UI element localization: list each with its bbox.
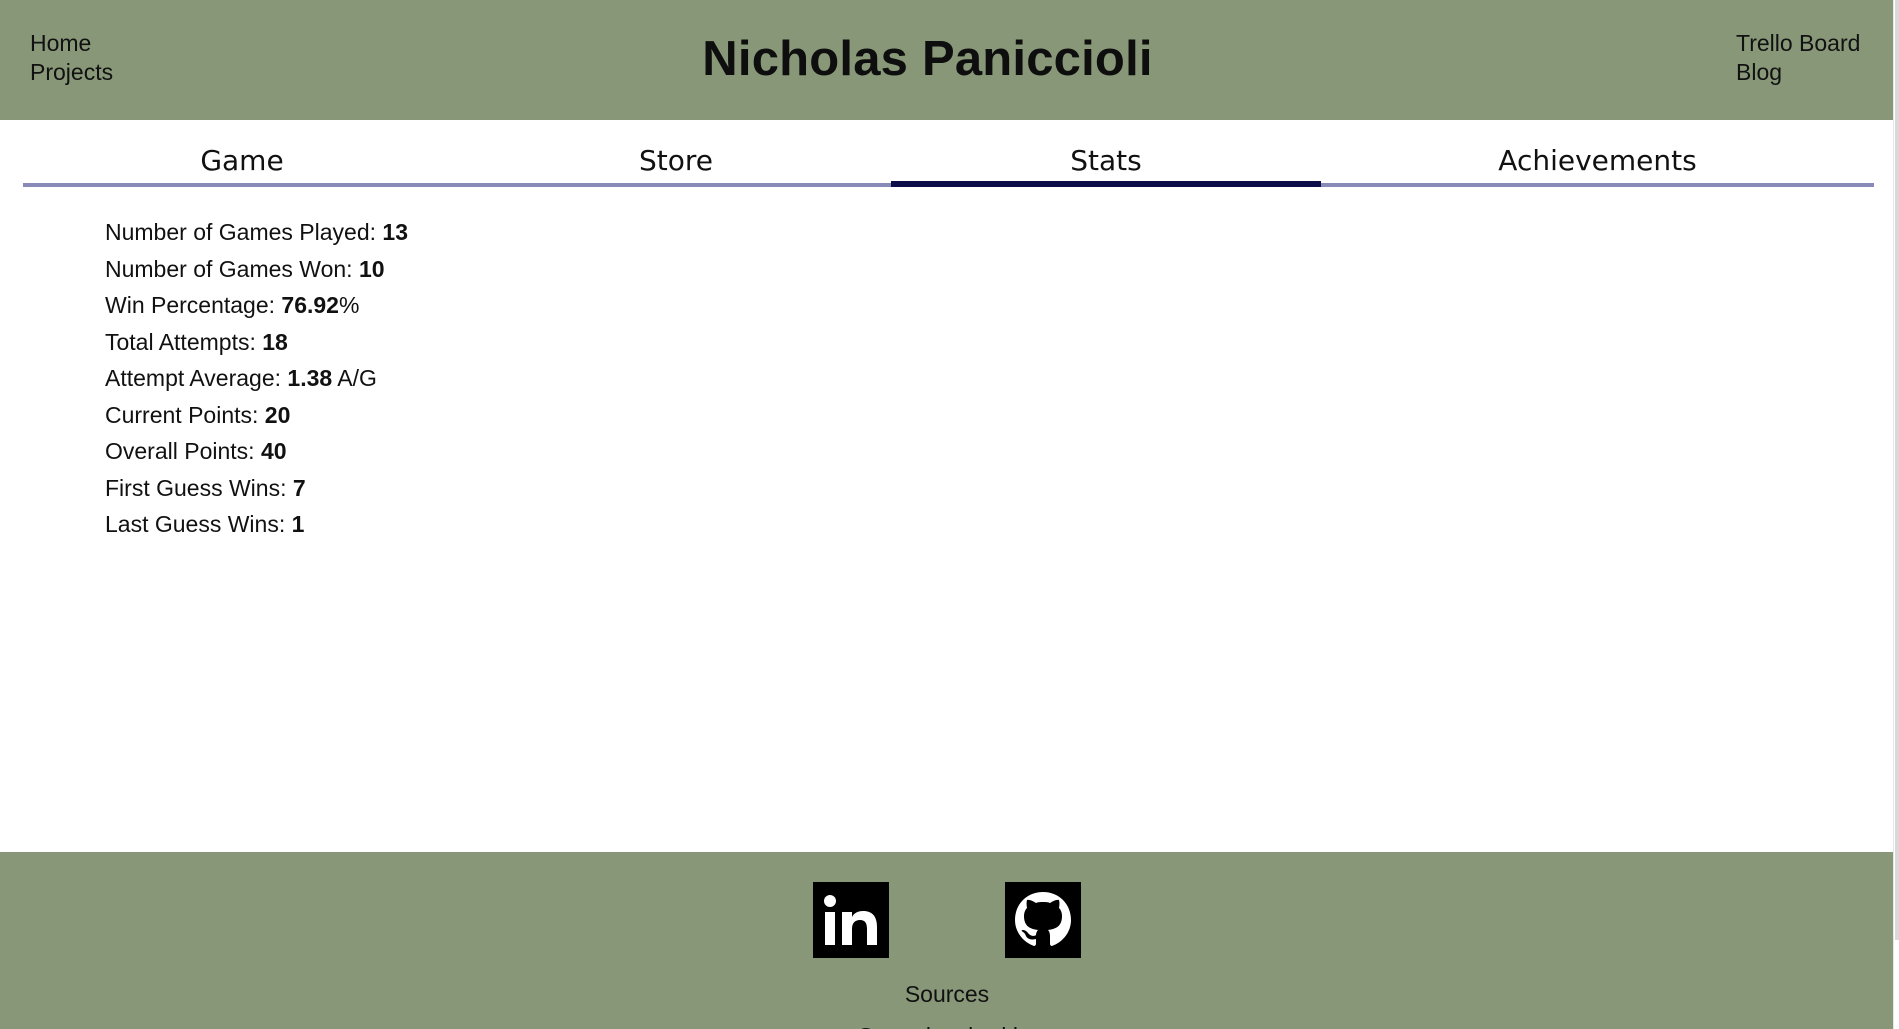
- stat-label: Attempt Average:: [105, 365, 288, 391]
- stat-value: 13: [382, 219, 408, 245]
- stat-label: Number of Games Won:: [105, 255, 359, 282]
- tab-stats[interactable]: Stats: [891, 140, 1321, 187]
- tab-store[interactable]: Store: [461, 140, 891, 187]
- stat-current-points: Current Points: 20: [105, 397, 408, 434]
- stat-unit: A/G: [332, 365, 377, 391]
- stat-games-won: Number of Games Won: 10: [105, 251, 408, 288]
- scrollbar-thumb[interactable]: [1895, 0, 1899, 940]
- nav-right: Trello Board Blog: [1736, 30, 1860, 86]
- stat-attempt-average: Attempt Average: 1.38 A/G: [105, 360, 408, 397]
- stat-unit: %: [338, 292, 360, 318]
- stat-first-guess-wins: First Guess Wins: 7: [105, 470, 408, 507]
- stat-last-guess-wins: Last Guess Wins: 1: [105, 506, 408, 543]
- stats-list: Number of Games Played: 13 Number of Gam…: [105, 214, 408, 543]
- stat-games-played: Number of Games Played: 13: [105, 214, 408, 251]
- stat-label: Overall Points:: [105, 438, 261, 464]
- stat-value: 40: [260, 438, 287, 464]
- sources-link[interactable]: Sources: [0, 980, 1894, 1008]
- site-header: Home Projects Nicholas Paniccioli Trello…: [0, 0, 1894, 120]
- tab-achievements[interactable]: Achievements: [1321, 140, 1874, 187]
- stat-win-percentage: Win Percentage: 76.92%: [105, 287, 408, 324]
- stat-label: Win Percentage:: [105, 292, 282, 318]
- footer-credit-text: Game inspired by: [0, 1022, 1894, 1029]
- stat-value: 18: [262, 328, 288, 355]
- site-title: Nicholas Paniccioli: [702, 32, 1153, 86]
- stat-label: Last Guess Wins:: [105, 511, 292, 537]
- stat-value: 76.92: [281, 292, 339, 318]
- stat-value: 20: [264, 401, 291, 428]
- stat-value: 1: [291, 511, 305, 537]
- linkedin-link[interactable]: [813, 882, 889, 958]
- nav-blog-link[interactable]: Blog: [1736, 59, 1860, 86]
- stat-overall-points: Overall Points: 40: [105, 433, 408, 470]
- site-footer: Sources Game inspired by: [0, 852, 1894, 1029]
- stat-value: 7: [292, 474, 306, 501]
- stat-label: Total Attempts:: [105, 328, 263, 355]
- stat-value: 1.38: [287, 365, 333, 391]
- github-icon: [1005, 882, 1081, 958]
- github-link[interactable]: [1005, 882, 1081, 958]
- stat-total-attempts: Total Attempts: 18: [105, 324, 408, 361]
- stat-value: 10: [358, 255, 385, 282]
- tab-game[interactable]: Game: [23, 140, 461, 187]
- scrollbar-track[interactable]: [1893, 0, 1899, 1029]
- linkedin-icon: [813, 882, 889, 958]
- page: Home Projects Nicholas Paniccioli Trello…: [0, 0, 1894, 1029]
- stat-label: First Guess Wins:: [105, 474, 293, 501]
- stat-label: Current Points:: [105, 401, 265, 428]
- nav-trello-board-link[interactable]: Trello Board: [1736, 30, 1860, 57]
- tab-bar: Game Store Stats Achievements: [23, 140, 1874, 187]
- stat-label: Number of Games Played:: [105, 219, 383, 245]
